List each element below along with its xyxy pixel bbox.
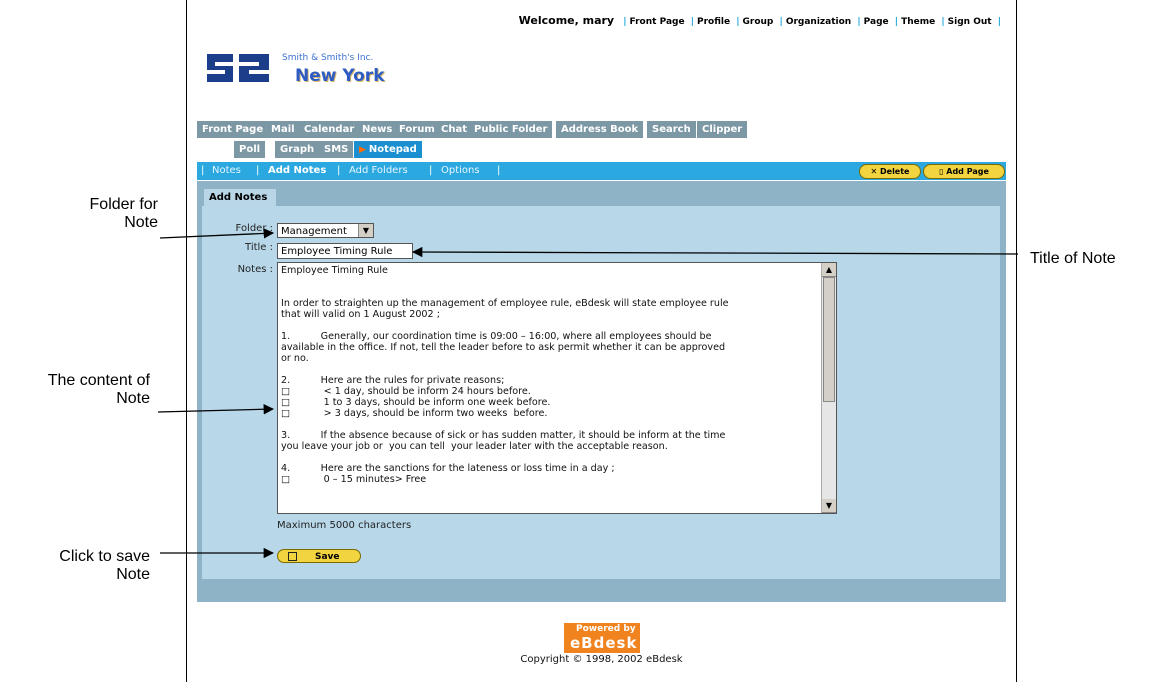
arrow-content xyxy=(157,404,275,415)
arrow-title xyxy=(411,246,1019,258)
annotation-arrows xyxy=(157,228,1019,559)
arrow-folder xyxy=(159,228,275,239)
